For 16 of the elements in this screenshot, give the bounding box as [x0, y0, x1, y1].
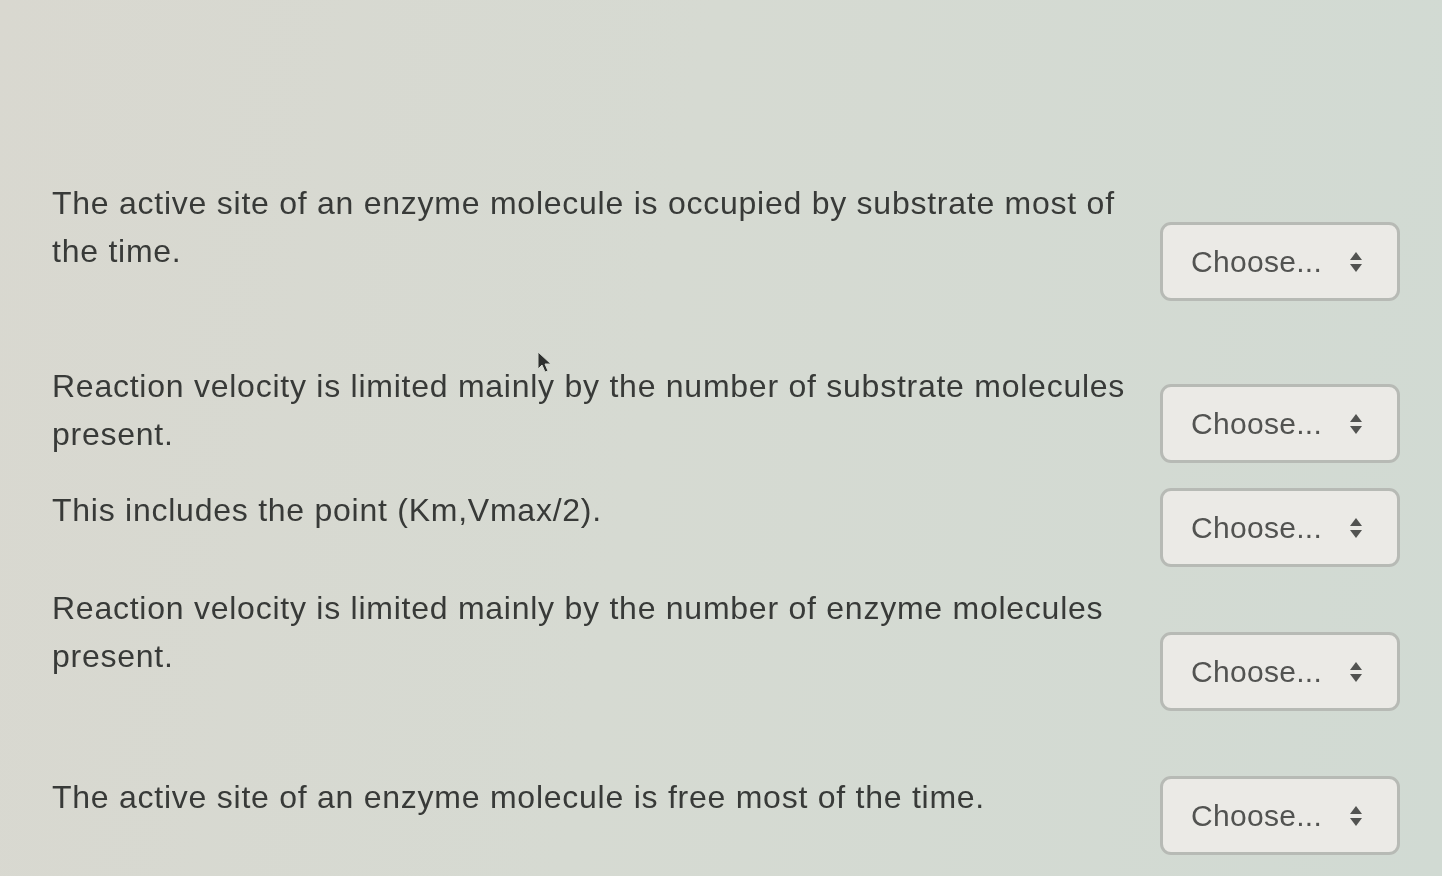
dropdown[interactable]: Choose...: [1160, 222, 1400, 301]
dropdown[interactable]: Choose...: [1160, 488, 1400, 567]
up-down-arrows-icon: [1350, 251, 1363, 272]
statement-text: Reaction velocity is limited mainly by the number of enzyme molecules present.: [52, 589, 1105, 676]
cursor-icon: [537, 351, 552, 373]
statement-text: Reaction velocity is limited mainly by the number of substrate molecules present.: [52, 367, 1127, 454]
up-down-arrows-icon: [1350, 413, 1363, 434]
dropdown[interactable]: Choose...: [1160, 632, 1400, 711]
statement-text: The active site of an enzyme molecule is free most of the time.: [52, 778, 986, 817]
statement-text: The active site of an enzyme molecule is occupied by substrate most of the time.: [52, 184, 1116, 271]
up-down-arrows-icon: [1350, 517, 1363, 538]
up-down-arrows-icon: [1350, 661, 1363, 682]
up-down-arrows-icon: [1350, 805, 1363, 826]
dropdown[interactable]: Choose...: [1160, 776, 1400, 855]
dropdown[interactable]: Choose...: [1160, 384, 1400, 463]
statement-text: This includes the point (Km,Vmax/2).: [52, 491, 603, 530]
